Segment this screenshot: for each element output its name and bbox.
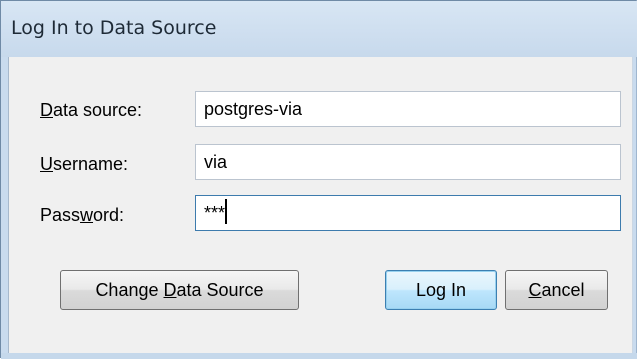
title-bar[interactable]: Log In to Data Source xyxy=(1,1,637,57)
username-mnemonic: U xyxy=(40,154,53,174)
dialog-body: Data source: Username: Password: Change … xyxy=(8,57,633,353)
change-data-source-button[interactable]: Change Data Source xyxy=(60,270,299,310)
log-in-button[interactable]: Log In xyxy=(385,270,497,310)
username-label: Username: xyxy=(40,154,129,174)
username-input[interactable] xyxy=(195,144,621,180)
password-mnemonic: w xyxy=(80,205,94,225)
password-label: Password: xyxy=(40,205,125,225)
window-bottom-frame xyxy=(1,353,637,359)
cancel-button[interactable]: Cancel xyxy=(505,270,608,310)
text-caret xyxy=(225,199,227,224)
dialog-title: Log In to Data Source xyxy=(11,17,217,39)
login-dialog: Log In to Data Source Data source: Usern… xyxy=(0,0,637,359)
data-source-input[interactable] xyxy=(195,91,621,127)
data-source-mnemonic: D xyxy=(40,100,53,120)
data-source-label: Data source: xyxy=(40,100,143,120)
password-input[interactable] xyxy=(195,195,621,231)
